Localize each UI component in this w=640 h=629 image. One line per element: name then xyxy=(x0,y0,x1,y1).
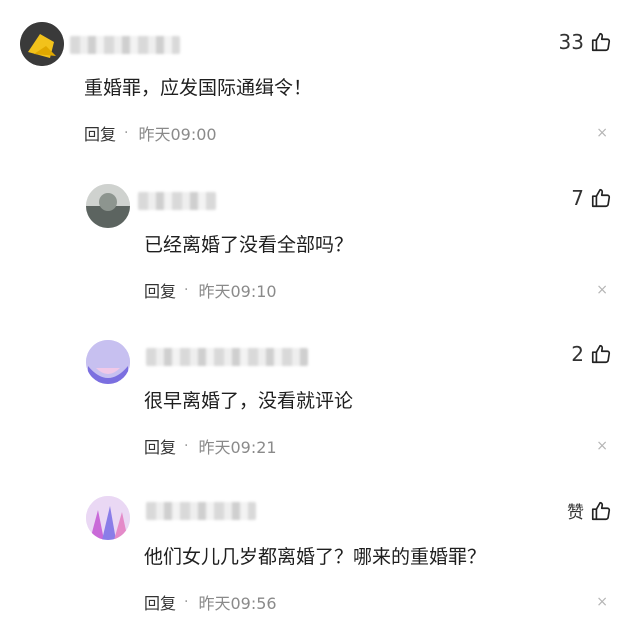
comment-text: 很早离婚了，没看就评论 xyxy=(144,390,354,412)
comment-3: 2 很早离婚了，没看就评论 回复 · 昨天09:21 × xyxy=(0,312,640,468)
avatar[interactable] xyxy=(86,340,130,384)
comment-meta: 回复 · 昨天09:21 xyxy=(144,434,277,458)
like-button[interactable]: 7 xyxy=(571,186,612,210)
comment-meta: 回复 · 昨天09:00 xyxy=(84,121,217,145)
reply-button[interactable]: 回复 xyxy=(84,121,116,145)
close-icon[interactable]: × xyxy=(596,594,608,610)
close-icon[interactable]: × xyxy=(596,282,608,298)
reply-button[interactable]: 回复 xyxy=(144,590,176,614)
avatar[interactable] xyxy=(86,496,130,540)
reply-button[interactable]: 回复 xyxy=(144,278,176,302)
avatar[interactable] xyxy=(20,22,64,66)
like-label: 赞 xyxy=(567,503,584,523)
comment-text: 他们女儿几岁都离婚了？哪来的重婚罪？ xyxy=(144,546,487,568)
like-count: 7 xyxy=(571,186,584,210)
username-blurred[interactable] xyxy=(146,348,308,366)
comment-meta: 回复 · 昨天09:10 xyxy=(144,278,277,302)
close-icon[interactable]: × xyxy=(596,438,608,454)
comment-meta: 回复 · 昨天09:56 xyxy=(144,590,277,614)
thumbs-up-icon xyxy=(591,344,611,364)
timestamp: 昨天09:00 xyxy=(138,125,217,144)
close-icon[interactable]: × xyxy=(596,125,608,141)
thumbs-up-icon xyxy=(591,188,611,208)
like-count: 33 xyxy=(558,30,584,54)
comment-4: 赞 他们女儿几岁都离婚了？哪来的重婚罪？ 回复 · 昨天09:56 × xyxy=(0,468,640,624)
thumbs-up-icon xyxy=(591,501,611,520)
comment-2: 7 已经离婚了没看全部吗？ 回复 · 昨天09:10 × xyxy=(0,156,640,312)
thumbs-up-icon xyxy=(591,32,611,52)
comment-text: 已经离婚了没看全部吗？ xyxy=(144,234,354,256)
separator-dot: · xyxy=(184,438,189,454)
timestamp: 昨天09:10 xyxy=(198,282,277,301)
like-button[interactable]: 赞 xyxy=(567,498,612,523)
like-button[interactable]: 2 xyxy=(571,342,612,366)
timestamp: 昨天09:56 xyxy=(198,594,277,613)
avatar[interactable] xyxy=(86,184,130,228)
separator-dot: · xyxy=(184,282,189,298)
like-count: 2 xyxy=(571,342,584,366)
separator-dot: · xyxy=(124,125,129,141)
username-blurred[interactable] xyxy=(146,502,256,520)
username-blurred[interactable] xyxy=(70,36,180,54)
separator-dot: · xyxy=(184,594,189,610)
username-blurred[interactable] xyxy=(138,192,216,210)
comment-1: 33 重婚罪，应发国际通缉令！ 回复 · 昨天09:00 × xyxy=(0,0,640,156)
comment-text: 重婚罪，应发国际通缉令！ xyxy=(84,77,313,99)
timestamp: 昨天09:21 xyxy=(198,438,277,457)
reply-button[interactable]: 回复 xyxy=(144,434,176,458)
like-button[interactable]: 33 xyxy=(559,30,612,54)
